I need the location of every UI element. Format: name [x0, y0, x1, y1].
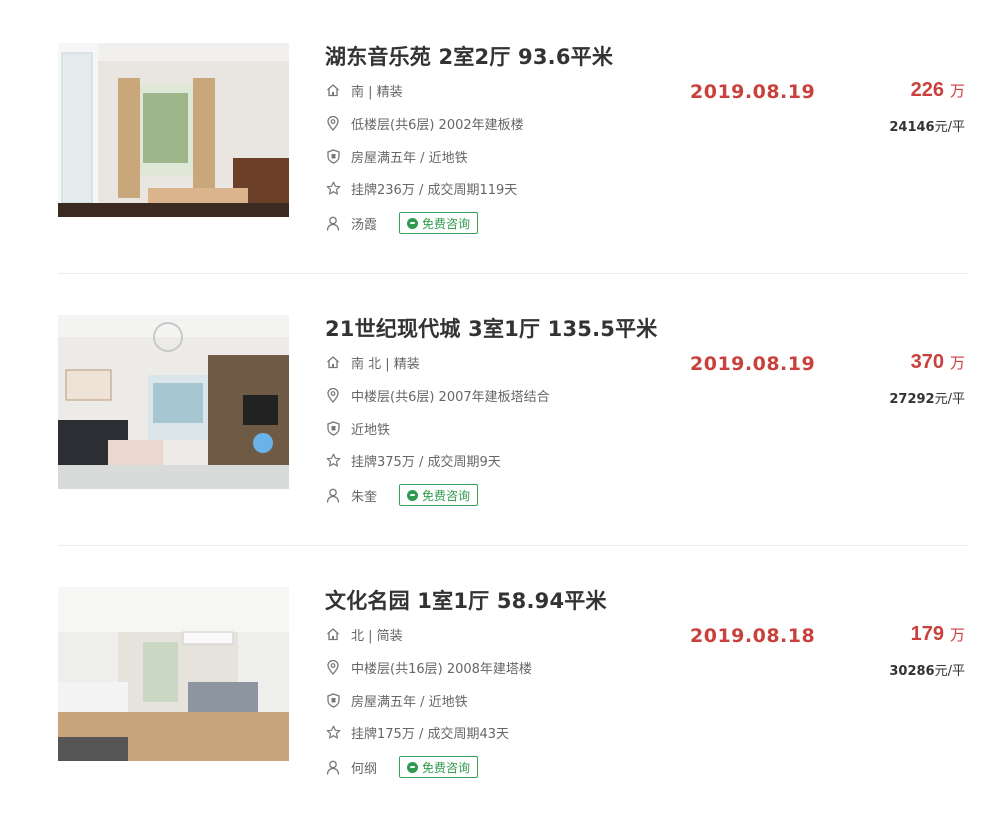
user-icon	[325, 487, 341, 503]
listing-photo[interactable]	[58, 43, 289, 217]
total-price-unit: 万	[949, 354, 965, 372]
unit-price-suffix: 元/平	[934, 120, 965, 135]
shield-icon	[325, 420, 341, 436]
unit-price-suffix: 元/平	[934, 664, 965, 679]
chat-bubble-icon	[407, 489, 419, 501]
shield-icon	[325, 148, 341, 164]
floor-text: 中楼层(共6层) 2007年建板塔结合	[351, 389, 550, 405]
tags-text: 房屋满五年 / 近地铁	[351, 694, 468, 710]
deal-date: 2019.08.18	[690, 625, 816, 647]
unit-price-value: 24146	[889, 120, 935, 135]
unit-price-value: 27292	[889, 392, 935, 407]
agent-name[interactable]: 何纲	[351, 758, 377, 777]
chat-bubble-icon	[407, 761, 419, 773]
total-price-value: 179	[910, 623, 944, 645]
location-pin-icon	[325, 387, 341, 403]
floor-row: 低楼层(共6层) 2002年建板楼	[325, 113, 524, 133]
tags-text: 近地铁	[351, 422, 391, 438]
unit-price: 30286元/平	[889, 660, 965, 679]
free-consult-label: 免费咨询	[422, 488, 471, 503]
house-icon	[325, 82, 341, 98]
total-price: 226 万	[911, 79, 965, 102]
listing-info-row: 挂牌175万 / 成交周期43天	[325, 722, 509, 742]
shield-icon	[325, 692, 341, 708]
star-icon	[325, 724, 341, 740]
listing-info-row: 挂牌236万 / 成交周期119天	[325, 178, 517, 198]
deal-date: 2019.08.19	[690, 353, 816, 375]
star-icon	[325, 180, 341, 196]
listing-photo[interactable]	[58, 587, 289, 761]
listing-title[interactable]: 21世纪现代城 3室1厅 135.5平米	[325, 313, 658, 343]
listing-title[interactable]: 湖东音乐苑 2室2厅 93.6平米	[325, 41, 613, 71]
floor-row: 中楼层(共6层) 2007年建板塔结合	[325, 385, 550, 405]
floor-text: 中楼层(共16层) 2008年建塔楼	[351, 661, 532, 677]
free-consult-label: 免费咨询	[422, 216, 471, 231]
free-consult-button[interactable]: 免费咨询	[399, 212, 479, 234]
location-pin-icon	[325, 659, 341, 675]
orientation-row: 南 北 | 精装	[325, 352, 420, 372]
free-consult-label: 免费咨询	[422, 760, 471, 775]
orientation-text: 北 | 简装	[351, 628, 403, 644]
location-pin-icon	[325, 115, 341, 131]
free-consult-button[interactable]: 免费咨询	[399, 484, 479, 506]
house-icon	[325, 354, 341, 370]
agent-name[interactable]: 朱奎	[351, 486, 377, 505]
total-price-value: 370	[910, 351, 944, 373]
tags-row: 房屋满五年 / 近地铁	[325, 690, 468, 710]
tags-row: 房屋满五年 / 近地铁	[325, 146, 468, 166]
agent-row: 朱奎 免费咨询	[325, 484, 479, 506]
unit-price: 27292元/平	[889, 388, 965, 407]
user-icon	[325, 215, 341, 231]
agent-name[interactable]: 汤霞	[351, 214, 377, 233]
listing-info-text: 挂牌175万 / 成交周期43天	[351, 726, 509, 742]
total-price-unit: 万	[949, 82, 965, 100]
listing-photo[interactable]	[58, 315, 289, 489]
listing-title[interactable]: 文化名园 1室1厅 58.94平米	[325, 585, 607, 615]
star-icon	[325, 452, 341, 468]
floor-text: 低楼层(共6层) 2002年建板楼	[351, 117, 524, 133]
unit-price: 24146元/平	[889, 116, 965, 135]
orientation-text: 南 | 精装	[351, 84, 403, 100]
user-icon	[325, 759, 341, 775]
listing-info-row: 挂牌375万 / 成交周期9天	[325, 450, 501, 470]
listing-card: 文化名园 1室1厅 58.94平米 北 | 简装 中楼层(共16层) 2008年…	[0, 544, 1006, 818]
tags-row: 近地铁	[325, 418, 390, 438]
listing-info-text: 挂牌375万 / 成交周期9天	[351, 454, 501, 470]
tags-text: 房屋满五年 / 近地铁	[351, 150, 468, 166]
total-price: 179 万	[911, 623, 965, 646]
agent-row: 何纲 免费咨询	[325, 756, 479, 778]
unit-price-suffix: 元/平	[934, 392, 965, 407]
chat-bubble-icon	[407, 217, 419, 229]
orientation-row: 北 | 简装	[325, 624, 403, 644]
listing-info-text: 挂牌236万 / 成交周期119天	[351, 182, 518, 198]
floor-row: 中楼层(共16层) 2008年建塔楼	[325, 657, 532, 677]
agent-row: 汤霞 免费咨询	[325, 212, 479, 234]
total-price-unit: 万	[949, 626, 965, 644]
free-consult-button[interactable]: 免费咨询	[399, 756, 479, 778]
house-icon	[325, 626, 341, 642]
total-price-value: 226	[910, 79, 944, 101]
unit-price-value: 30286	[889, 664, 935, 679]
orientation-text: 南 北 | 精装	[351, 356, 420, 372]
listing-card: 21世纪现代城 3室1厅 135.5平米 南 北 | 精装 中楼层(共6层) 2…	[0, 272, 1006, 546]
deal-date: 2019.08.19	[690, 81, 816, 103]
total-price: 370 万	[911, 351, 965, 374]
orientation-row: 南 | 精装	[325, 80, 403, 100]
listing-card: 湖东音乐苑 2室2厅 93.6平米 南 | 精装 低楼层(共6层) 2002年建…	[0, 0, 1006, 274]
